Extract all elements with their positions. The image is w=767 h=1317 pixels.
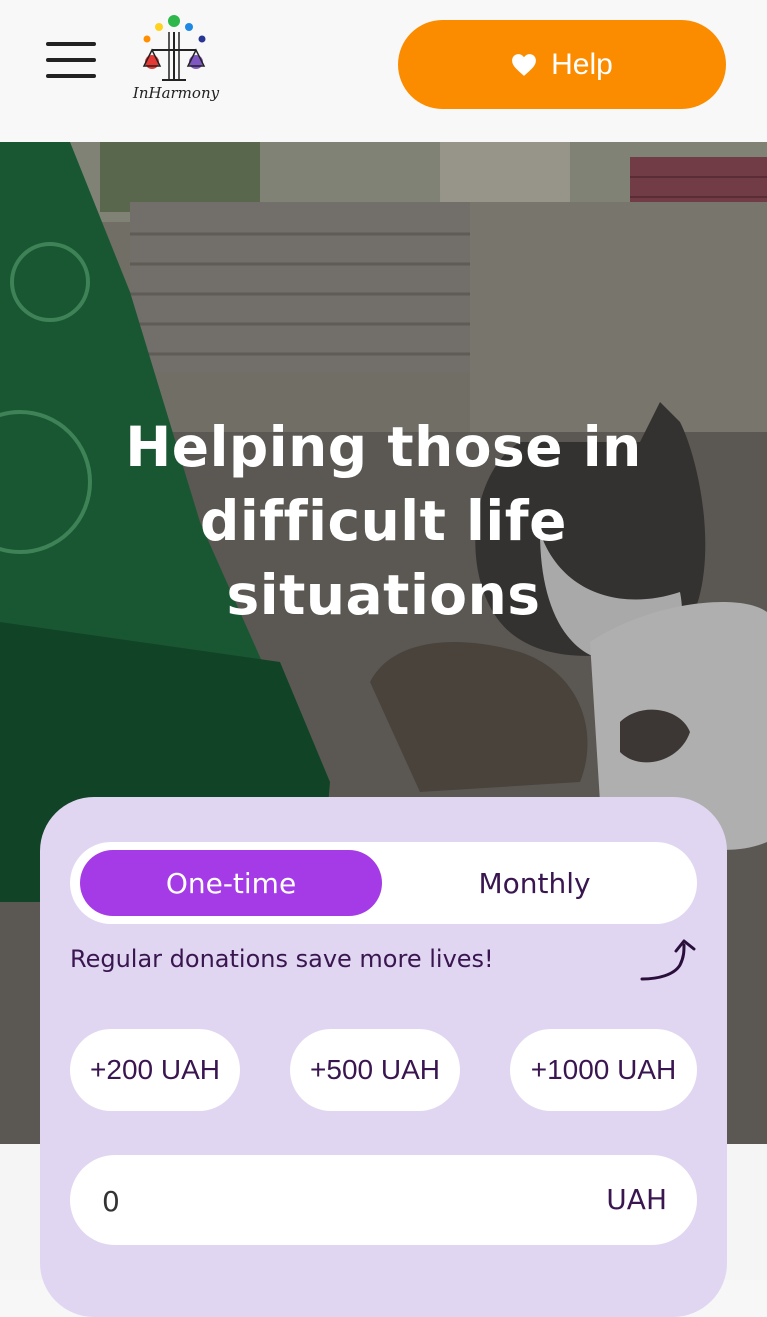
- heart-icon: [512, 53, 537, 76]
- amount-input[interactable]: [100, 1155, 584, 1247]
- currency-label: UAH: [606, 1183, 667, 1216]
- hero-title: Helping those in difficult life situatio…: [60, 410, 707, 632]
- preset-amount-button[interactable]: +1000 UAH: [510, 1029, 697, 1111]
- frequency-option-monthly[interactable]: Monthly: [382, 850, 687, 916]
- hero-title-line: Helping those in: [125, 415, 642, 479]
- donation-note: Regular donations save more lives!: [70, 945, 494, 973]
- curved-arrow-icon: [640, 939, 696, 981]
- hero-title-line: difficult life: [200, 489, 567, 553]
- help-button-label: Help: [551, 47, 613, 81]
- frequency-toggle: One-time Monthly: [70, 842, 697, 924]
- amount-field: UAH: [70, 1155, 697, 1247]
- logo-text: InHarmony: [132, 84, 220, 102]
- logo-icon: [142, 15, 206, 81]
- preset-amount-button[interactable]: +500 UAH: [290, 1029, 460, 1111]
- preset-amount-button[interactable]: +200 UAH: [70, 1029, 240, 1111]
- hamburger-menu-icon[interactable]: [46, 42, 96, 80]
- help-button[interactable]: Help: [398, 20, 726, 109]
- logo[interactable]: InHarmony: [126, 12, 226, 112]
- donation-card: One-time Monthly Regular donations save …: [40, 797, 727, 1317]
- header: InHarmony Help: [0, 0, 767, 142]
- frequency-option-one-time[interactable]: One-time: [80, 850, 382, 916]
- hero-title-line: situations: [226, 563, 541, 627]
